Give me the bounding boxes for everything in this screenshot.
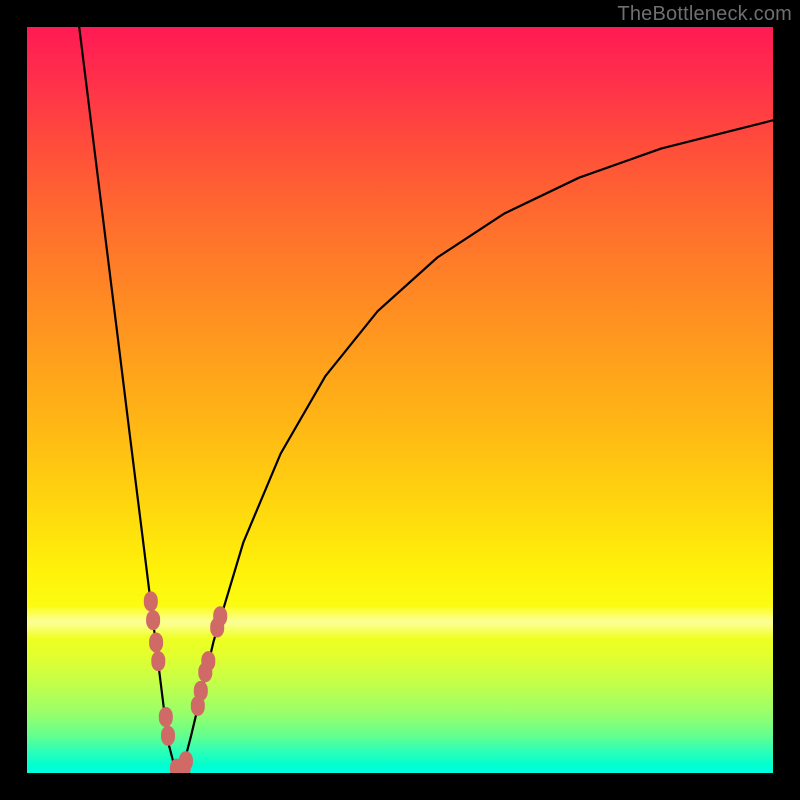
highlight-dot — [149, 633, 163, 653]
curve-group — [79, 27, 773, 773]
bottleneck-curve-svg — [27, 27, 773, 773]
highlight-dot — [213, 606, 227, 626]
highlight-dot — [159, 707, 173, 727]
highlight-dot — [144, 591, 158, 611]
highlight-dot — [201, 651, 215, 671]
highlight-dot — [194, 681, 208, 701]
highlight-dots-group — [144, 591, 227, 773]
plot-area — [27, 27, 773, 773]
outer-frame: TheBottleneck.com — [0, 0, 800, 800]
watermark-text: TheBottleneck.com — [617, 3, 792, 26]
highlight-dot — [151, 651, 165, 671]
curve-left-branch — [79, 27, 181, 773]
curve-right-branch — [181, 120, 773, 773]
highlight-dot — [161, 726, 175, 746]
highlight-dot — [146, 610, 160, 630]
highlight-dot — [179, 751, 193, 771]
